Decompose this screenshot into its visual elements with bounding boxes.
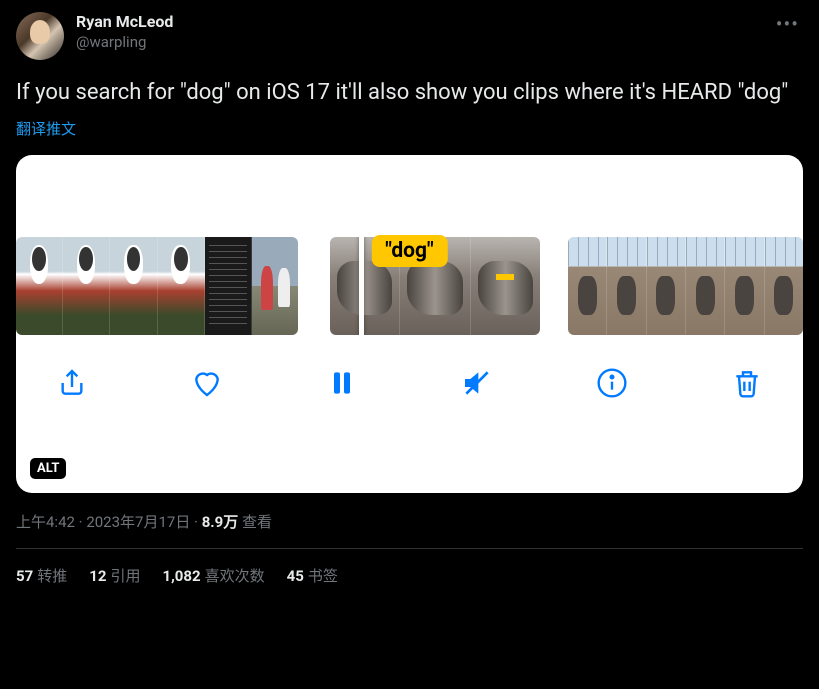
- clip-frame: [205, 237, 252, 335]
- media-card[interactable]: "dog": [16, 155, 803, 493]
- more-icon[interactable]: •••: [772, 12, 803, 36]
- tweet-text: If you search for "dog" on iOS 17 it'll …: [16, 78, 803, 108]
- user-name-block[interactable]: Ryan McLeod @warpling: [76, 12, 173, 52]
- tweet-date: 2023年7月17日: [86, 513, 190, 531]
- alt-badge[interactable]: ALT: [30, 458, 66, 479]
- timeline-marker: [496, 274, 514, 280]
- avatar[interactable]: [16, 12, 64, 60]
- clip-frame: [607, 237, 646, 335]
- user-handle: @warpling: [76, 33, 173, 53]
- clip-group-1[interactable]: [16, 237, 298, 335]
- playhead[interactable]: [359, 237, 364, 335]
- clip-group-3[interactable]: [568, 237, 803, 335]
- tweet-meta[interactable]: 上午4:42 · 2023年7月17日 · 8.9万 查看: [16, 511, 803, 532]
- clip-frame: [252, 237, 298, 335]
- clip-frame: [765, 237, 803, 335]
- clip-frame: [110, 237, 157, 335]
- clip-frame: [158, 237, 205, 335]
- clip-frame: [725, 237, 764, 335]
- tweet-header: Ryan McLeod @warpling •••: [16, 12, 803, 60]
- tweet-container: Ryan McLeod @warpling ••• If you search …: [0, 0, 819, 598]
- clip-frame: [568, 237, 607, 335]
- clip-frame: [647, 237, 686, 335]
- heart-icon[interactable]: [189, 365, 225, 401]
- share-icon[interactable]: [54, 365, 90, 401]
- media-toolbar: [16, 335, 803, 425]
- quotes-stat[interactable]: 12引用: [89, 565, 140, 586]
- trash-icon[interactable]: [729, 365, 765, 401]
- bookmarks-stat[interactable]: 45书签: [287, 565, 338, 586]
- clip-frame: [63, 237, 110, 335]
- views-count: 8.9万: [202, 513, 239, 531]
- stats-row: 57转推 12引用 1,082喜欢次数 45书签: [16, 565, 803, 586]
- tweet-time: 上午4:42: [16, 513, 75, 531]
- translate-link[interactable]: 翻译推文: [16, 118, 76, 139]
- retweets-stat[interactable]: 57转推: [16, 565, 67, 586]
- clip-frame: [16, 237, 63, 335]
- search-caption-badge: "dog": [371, 235, 447, 267]
- pause-icon[interactable]: [324, 365, 360, 401]
- display-name: Ryan McLeod: [76, 12, 173, 33]
- clip-frame: [471, 237, 540, 335]
- divider: [16, 548, 803, 549]
- info-icon[interactable]: [594, 365, 630, 401]
- likes-stat[interactable]: 1,082喜欢次数: [162, 565, 264, 586]
- mute-icon[interactable]: [459, 365, 495, 401]
- views-label: 查看: [238, 513, 272, 531]
- clip-frame: [686, 237, 725, 335]
